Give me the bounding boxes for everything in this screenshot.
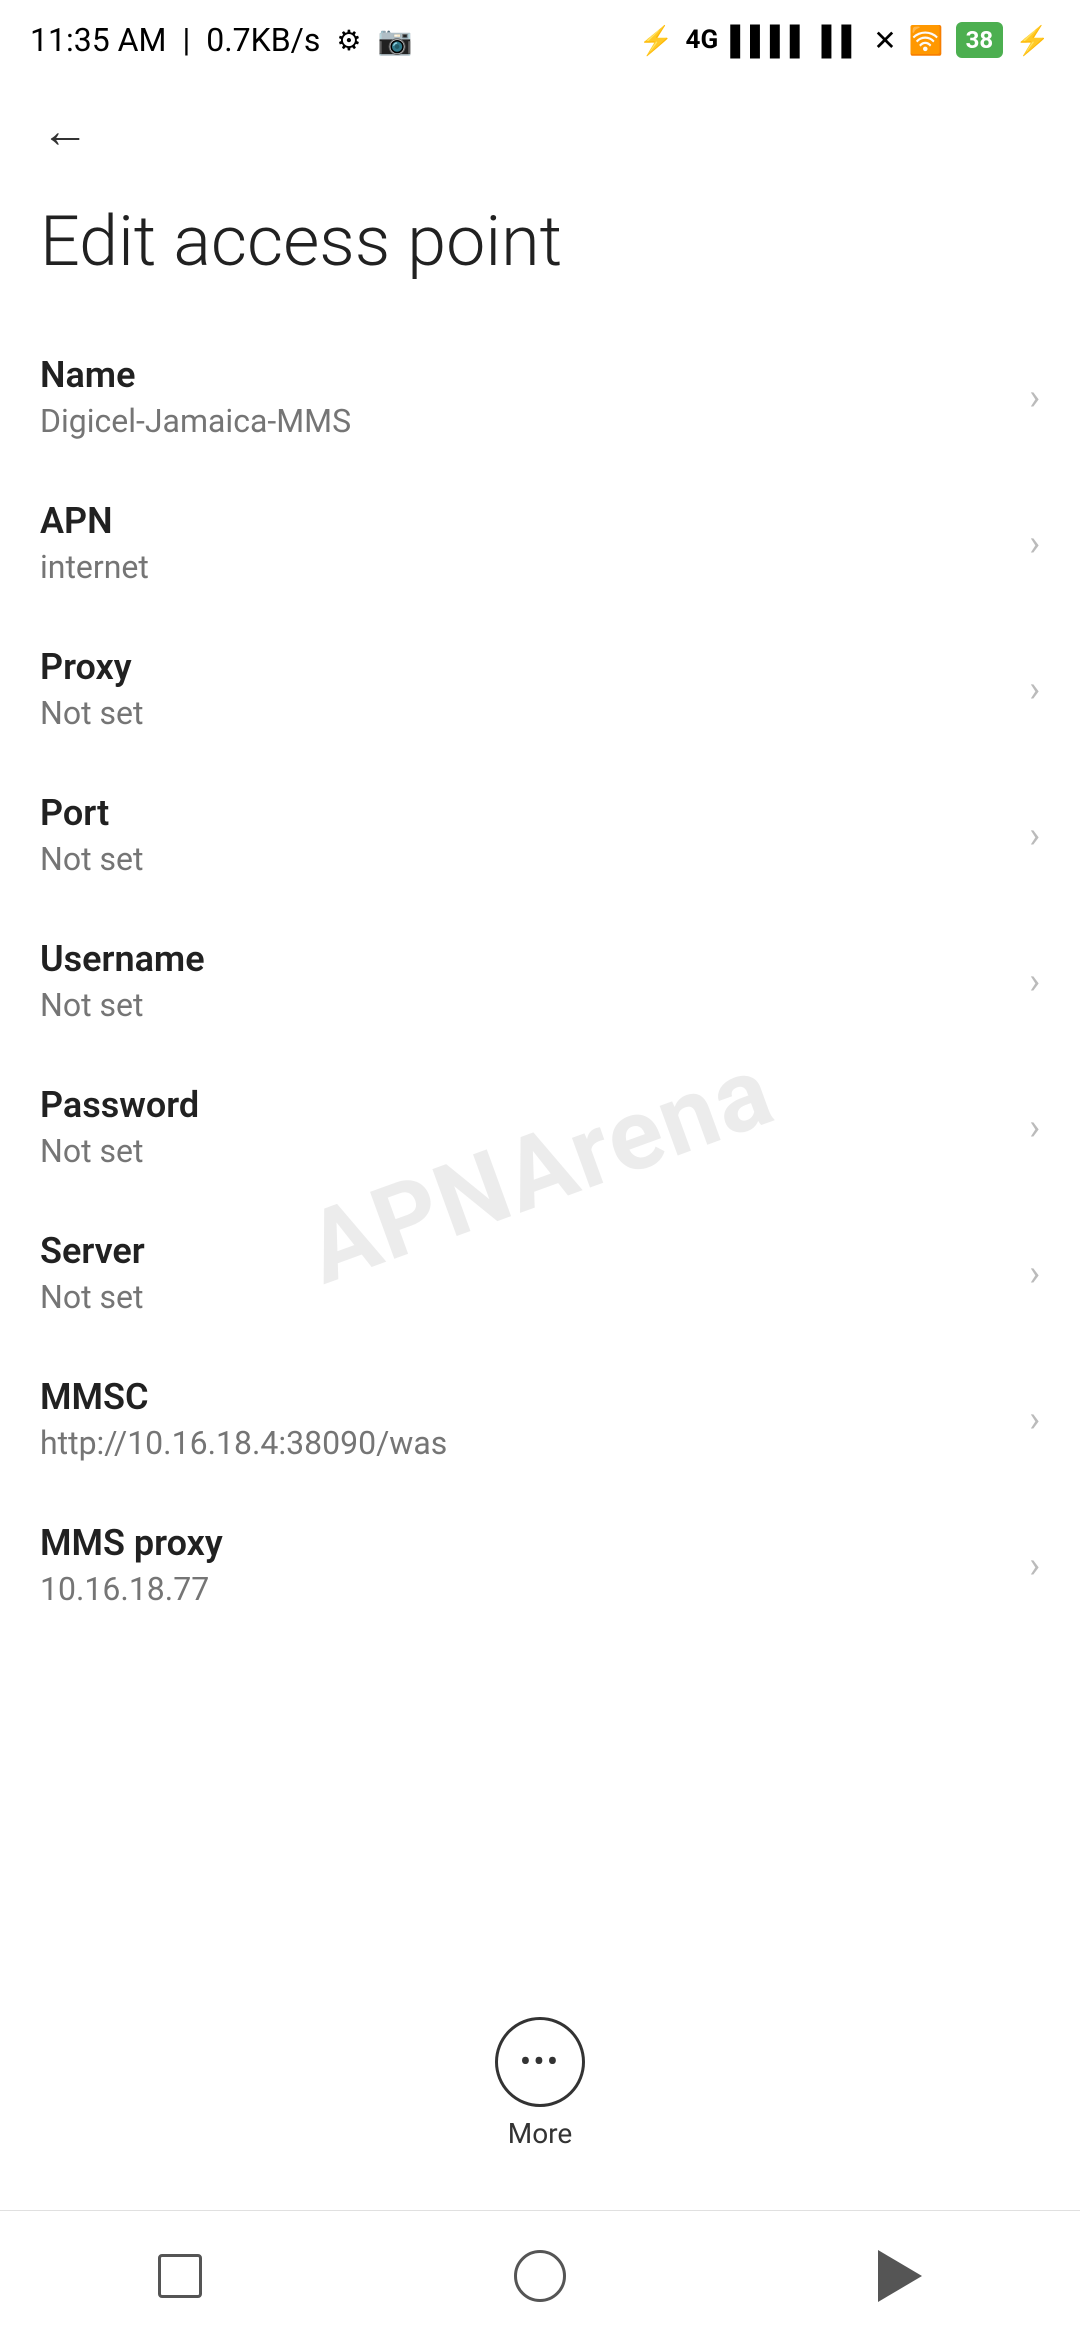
status-data-speed: 0.7KB/s: [206, 21, 320, 59]
setting-item-mmsc[interactable]: MMSC http://10.16.18.4:38090/was ›: [0, 1346, 1080, 1492]
back-button[interactable]: ←: [30, 95, 100, 165]
chevron-icon-proxy: ›: [1029, 668, 1040, 710]
chevron-icon-username: ›: [1029, 960, 1040, 1002]
setting-value-name: Digicel-Jamaica-MMS: [40, 402, 1009, 440]
setting-label-proxy: Proxy: [40, 646, 1009, 688]
chevron-icon-password: ›: [1029, 1106, 1040, 1148]
toolbar: ←: [0, 80, 1080, 180]
setting-item-server[interactable]: Server Not set ›: [0, 1200, 1080, 1346]
setting-label-port: Port: [40, 792, 1009, 834]
setting-value-mms-proxy: 10.16.18.77: [40, 1570, 1009, 1608]
status-bar: 11:35 AM | 0.7KB/s ⚙ 📷 ⚡ 4G ▌▌▌▌ ▌▌ ✕ 🛜 …: [0, 0, 1080, 80]
status-left: 11:35 AM | 0.7KB/s ⚙ 📷: [30, 21, 412, 59]
setting-value-password: Not set: [40, 1132, 1009, 1170]
setting-label-apn: APN: [40, 500, 1009, 542]
setting-content-mms-proxy: MMS proxy 10.16.18.77: [40, 1522, 1009, 1608]
more-dots-icon: •••: [520, 2042, 560, 2082]
setting-label-mms-proxy: MMS proxy: [40, 1522, 1009, 1564]
nav-bar: [0, 2210, 1080, 2340]
setting-content-password: Password Not set: [40, 1084, 1009, 1170]
back-arrow-icon: ←: [41, 102, 89, 159]
setting-item-name[interactable]: Name Digicel-Jamaica-MMS ›: [0, 324, 1080, 470]
more-label: More: [508, 2117, 573, 2150]
chevron-icon-port: ›: [1029, 814, 1040, 856]
setting-label-server: Server: [40, 1230, 1009, 1272]
setting-item-password[interactable]: Password Not set ›: [0, 1054, 1080, 1200]
setting-item-apn[interactable]: APN internet ›: [0, 470, 1080, 616]
setting-content-username: Username Not set: [40, 938, 1009, 1024]
setting-item-mms-proxy[interactable]: MMS proxy 10.16.18.77 ›: [0, 1492, 1080, 1638]
setting-value-port: Not set: [40, 840, 1009, 878]
recents-icon: [158, 2254, 202, 2298]
camera-icon: 📷: [378, 24, 413, 57]
chevron-icon-mmsc: ›: [1029, 1398, 1040, 1440]
charging-icon: ⚡: [1015, 24, 1050, 57]
setting-content-proxy: Proxy Not set: [40, 646, 1009, 732]
signal-bars2-icon: ▌▌: [822, 24, 862, 57]
setting-content-mmsc: MMSC http://10.16.18.4:38090/was: [40, 1376, 1009, 1462]
setting-content-server: Server Not set: [40, 1230, 1009, 1316]
setting-item-username[interactable]: Username Not set ›: [0, 908, 1080, 1054]
status-right: ⚡ 4G ▌▌▌▌ ▌▌ ✕ 🛜 38 ⚡: [639, 22, 1050, 58]
setting-value-mmsc: http://10.16.18.4:38090/was: [40, 1424, 1009, 1462]
setting-label-password: Password: [40, 1084, 1009, 1126]
setting-content-name: Name Digicel-Jamaica-MMS: [40, 354, 1009, 440]
setting-value-proxy: Not set: [40, 694, 1009, 732]
signal-bars-icon: ▌▌▌▌: [730, 24, 809, 57]
home-icon: [514, 2250, 566, 2302]
nav-home-button[interactable]: [500, 2236, 580, 2316]
signal-4g-icon: 4G: [686, 25, 719, 55]
setting-value-username: Not set: [40, 986, 1009, 1024]
chevron-icon-mms-proxy: ›: [1029, 1544, 1040, 1586]
chevron-icon-apn: ›: [1029, 522, 1040, 564]
settings-list: Name Digicel-Jamaica-MMS › APN internet …: [0, 324, 1080, 1638]
wifi-icon: 🛜: [909, 24, 944, 57]
setting-label-name: Name: [40, 354, 1009, 396]
more-circle-icon: •••: [495, 2017, 585, 2107]
setting-label-mmsc: MMSC: [40, 1376, 1009, 1418]
setting-label-username: Username: [40, 938, 1009, 980]
battery-indicator: 38: [956, 22, 1004, 58]
page-title: Edit access point: [0, 180, 1080, 324]
back-icon: [878, 2250, 922, 2302]
setting-content-port: Port Not set: [40, 792, 1009, 878]
chevron-icon-name: ›: [1029, 376, 1040, 418]
setting-item-port[interactable]: Port Not set ›: [0, 762, 1080, 908]
status-speed: |: [182, 21, 190, 59]
setting-item-proxy[interactable]: Proxy Not set ›: [0, 616, 1080, 762]
bluetooth-icon: ⚡: [639, 24, 674, 57]
nav-back-button[interactable]: [860, 2236, 940, 2316]
settings-icon: ⚙: [336, 24, 361, 57]
setting-value-apn: internet: [40, 548, 1009, 586]
setting-value-server: Not set: [40, 1278, 1009, 1316]
more-button[interactable]: ••• More: [495, 1987, 585, 2180]
signal-x-icon: ✕: [873, 24, 896, 57]
chevron-icon-server: ›: [1029, 1252, 1040, 1294]
nav-recents-button[interactable]: [140, 2236, 220, 2316]
status-time: 11:35 AM: [30, 21, 166, 59]
setting-content-apn: APN internet: [40, 500, 1009, 586]
